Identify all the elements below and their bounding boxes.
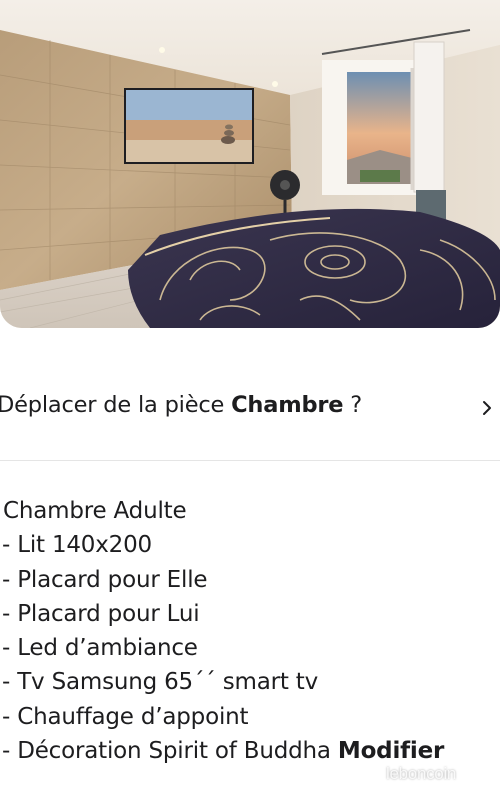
modify-link[interactable]: Modifier xyxy=(338,738,444,764)
move-room-name: Chambre xyxy=(231,392,344,418)
move-room-prefix: Déplacer de la pièce xyxy=(0,392,232,418)
move-room-row[interactable]: Déplacer de la pièce Chambre ? xyxy=(0,380,500,440)
move-room-label: Déplacer de la pièce Chambre ? xyxy=(0,392,362,418)
description-item: - Led d’ambiance xyxy=(2,635,198,662)
chevron-right-icon xyxy=(483,401,491,415)
room-photo-illustration xyxy=(0,0,500,328)
leboncoin-watermark: leboncoin xyxy=(386,764,457,783)
description-title: Chambre Adulte xyxy=(3,498,187,524)
description-item: - Placard pour Elle xyxy=(2,566,208,593)
description-item: - Lit 140x200 xyxy=(2,532,152,559)
description-item: - Décoration Spirit of Buddha xyxy=(2,738,338,765)
move-room-suffix: ? xyxy=(343,392,363,418)
room-photo[interactable] xyxy=(0,0,500,328)
description-item: - Tv Samsung 65´´ smart tv xyxy=(2,669,319,696)
divider xyxy=(0,460,500,461)
description-item: - Placard pour Lui xyxy=(2,600,200,627)
room-description: Chambre Adulte - Lit 140x200 - Placard p… xyxy=(2,494,498,768)
description-item: - Chauffage d’appoint xyxy=(2,703,249,730)
